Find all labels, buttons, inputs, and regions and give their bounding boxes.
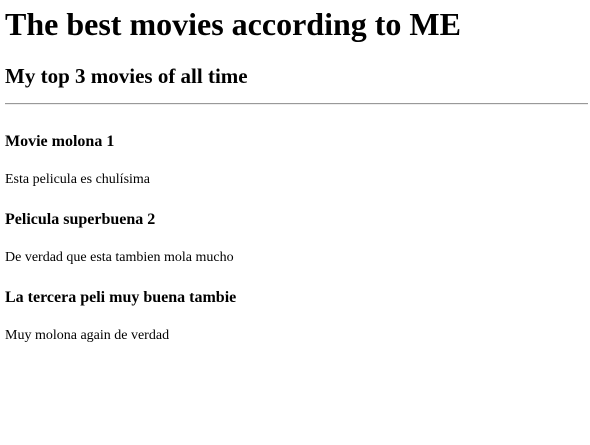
movie-title: La tercera peli muy buena tambie — [5, 289, 237, 306]
movie-list: Movie molona 1 Esta pelicula es chulísim… — [5, 132, 236, 366]
page-subtitle: My top 3 movies of all time — [5, 64, 248, 88]
movie-description: Esta pelicula es chulísima — [5, 172, 151, 187]
movie-item: Pelicula superbuena 2 De verdad que esta… — [5, 210, 236, 267]
movie-title: Movie molona 1 — [5, 133, 115, 150]
movie-item: La tercera peli muy buena tambie Muy mol… — [5, 288, 236, 345]
movie-description: Muy molona again de verdad — [5, 328, 170, 343]
divider — [5, 103, 588, 105]
page-title: The best movies according to ME — [5, 6, 461, 42]
movie-description: De verdad que esta tambien mola mucho — [5, 250, 234, 265]
movie-title: Pelicula superbuena 2 — [5, 211, 156, 228]
movie-item: Movie molona 1 Esta pelicula es chulísim… — [5, 132, 236, 189]
